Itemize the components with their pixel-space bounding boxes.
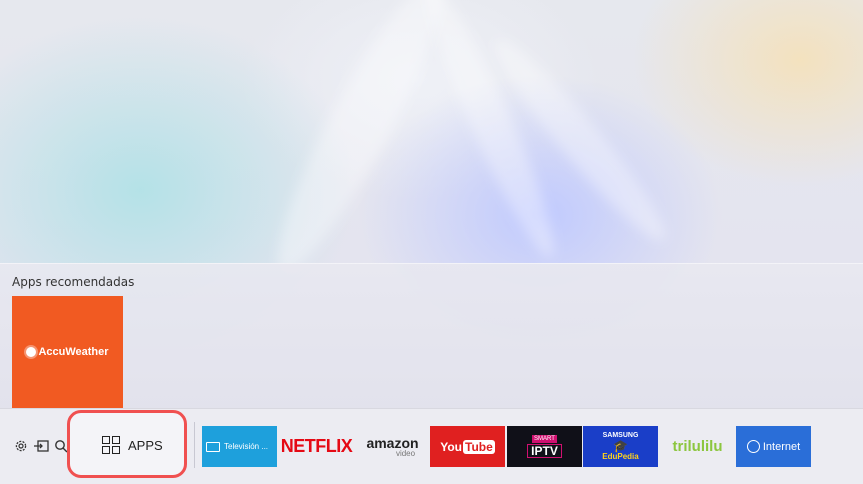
globe-icon: [746, 440, 760, 453]
app-tile-netflix[interactable]: NETFLIX: [279, 426, 354, 467]
netflix-logo: NETFLIX: [280, 436, 353, 456]
tv-icon: [206, 441, 220, 452]
source-input-icon[interactable]: [33, 438, 49, 454]
background-streak: [256, 0, 464, 285]
tv-home-screen: Apps recomendadas AccuWeather APPS Telev…: [0, 0, 863, 484]
system-icons: [13, 438, 69, 454]
graduation-cap-icon: 🎓: [613, 439, 628, 453]
recommended-app-accuweather[interactable]: AccuWeather: [12, 296, 123, 408]
app-tile-trilulilu[interactable]: trilulilu: [660, 426, 735, 467]
amazon-logo: amazon: [366, 434, 419, 451]
recommended-apps-title: Apps recomendadas: [12, 275, 135, 289]
samsung-label: SAMSUNG: [602, 432, 639, 439]
background-streak: [410, 0, 570, 266]
apps-grid-icon: [102, 436, 120, 454]
accuweather-label: AccuWeather: [38, 346, 109, 358]
app-tile-amazon-video[interactable]: amazon video: [355, 426, 430, 467]
trilulilu-logo: trilulilu: [672, 438, 723, 455]
apps-button[interactable]: APPS: [102, 436, 163, 454]
internet-label: Internet: [762, 440, 801, 453]
app-tile-smart-iptv[interactable]: SMART IPTV: [507, 426, 582, 467]
app-tile-youtube[interactable]: You Tube: [430, 426, 505, 467]
app-tile-television[interactable]: Televisión ...: [202, 426, 277, 467]
amazon-video-label: video: [395, 448, 416, 458]
smart-iptv-logo: SMART IPTV: [527, 435, 562, 458]
app-tile-television-label: Televisión ...: [224, 442, 269, 451]
bar-divider: [194, 422, 195, 468]
app-tile-internet[interactable]: Internet: [736, 426, 811, 467]
settings-icon[interactable]: [13, 438, 29, 454]
youtube-logo: You Tube: [440, 439, 495, 454]
app-tile-edupedia[interactable]: SAMSUNG 🎓 EduPedia: [583, 426, 658, 467]
accuweather-sun-icon: [26, 347, 37, 357]
edupedia-label: EduPedia: [602, 452, 639, 461]
apps-button-label: APPS: [128, 437, 163, 453]
